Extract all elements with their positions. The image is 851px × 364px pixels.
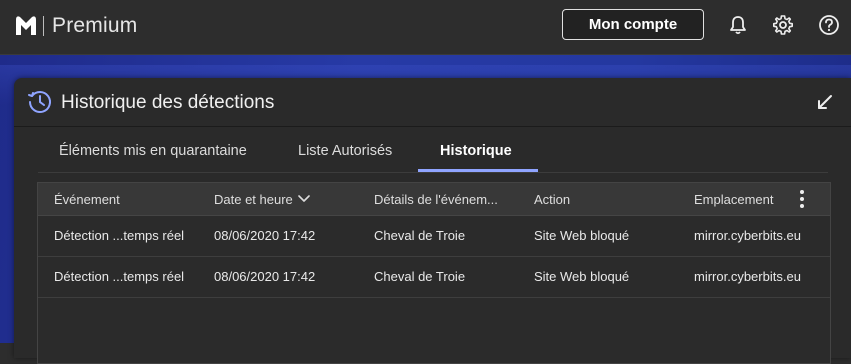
panel-header: Historique des détections bbox=[14, 78, 851, 127]
column-header-details[interactable]: Détails de l'événem... bbox=[374, 192, 498, 207]
page-title: Historique des détections bbox=[61, 92, 275, 113]
cell-location: mirror.cyberbits.eu bbox=[694, 228, 801, 243]
table-header: Événement Date et heure Détails de l'évé… bbox=[38, 183, 830, 216]
history-table: Événement Date et heure Détails de l'évé… bbox=[37, 182, 831, 364]
collapse-arrow-icon[interactable] bbox=[816, 93, 834, 111]
table-row[interactable]: Détection ...temps réel 08/06/2020 17:42… bbox=[38, 216, 830, 257]
brand-separator bbox=[43, 16, 44, 36]
cell-action: Site Web bloqué bbox=[534, 269, 630, 284]
detection-history-panel: Historique des détections Éléments mis e… bbox=[14, 78, 851, 364]
brand-name: Premium bbox=[52, 14, 138, 37]
gear-icon[interactable] bbox=[772, 14, 794, 36]
table-row[interactable]: Détection ...temps réel 08/06/2020 17:42… bbox=[38, 257, 830, 298]
clock-history-icon bbox=[28, 91, 51, 113]
column-header-event[interactable]: Événement bbox=[54, 192, 120, 207]
tab-divider bbox=[38, 172, 828, 173]
tab-bar: Éléments mis en quarantaine Liste Autori… bbox=[14, 126, 851, 174]
more-vertical-icon[interactable] bbox=[797, 189, 807, 209]
cell-event: Détection ...temps réel bbox=[54, 228, 185, 243]
cell-action: Site Web bloqué bbox=[534, 228, 630, 243]
cell-event: Détection ...temps réel bbox=[54, 269, 185, 284]
my-account-button[interactable]: Mon compte bbox=[562, 9, 704, 40]
column-header-date[interactable]: Date et heure bbox=[214, 192, 293, 207]
tab-allow-list[interactable]: Liste Autorisés bbox=[298, 143, 392, 159]
cell-details: Cheval de Troie bbox=[374, 228, 466, 243]
column-header-action[interactable]: Action bbox=[534, 192, 570, 207]
tab-quarantine[interactable]: Éléments mis en quarantaine bbox=[59, 143, 247, 159]
bell-icon[interactable] bbox=[727, 14, 749, 36]
column-header-location[interactable]: Emplacement bbox=[694, 192, 773, 207]
chevron-down-icon[interactable] bbox=[298, 194, 310, 204]
malwarebytes-logo-icon bbox=[16, 16, 36, 35]
top-bar: Premium Mon compte bbox=[0, 0, 851, 55]
cell-date: 08/06/2020 17:42 bbox=[214, 269, 316, 284]
active-tab-indicator bbox=[418, 169, 538, 172]
cell-details: Cheval de Troie bbox=[374, 269, 466, 284]
help-icon[interactable] bbox=[818, 14, 840, 36]
cell-location: mirror.cyberbits.eu bbox=[694, 269, 801, 284]
cell-date: 08/06/2020 17:42 bbox=[214, 228, 316, 243]
tab-history[interactable]: Historique bbox=[440, 143, 512, 159]
